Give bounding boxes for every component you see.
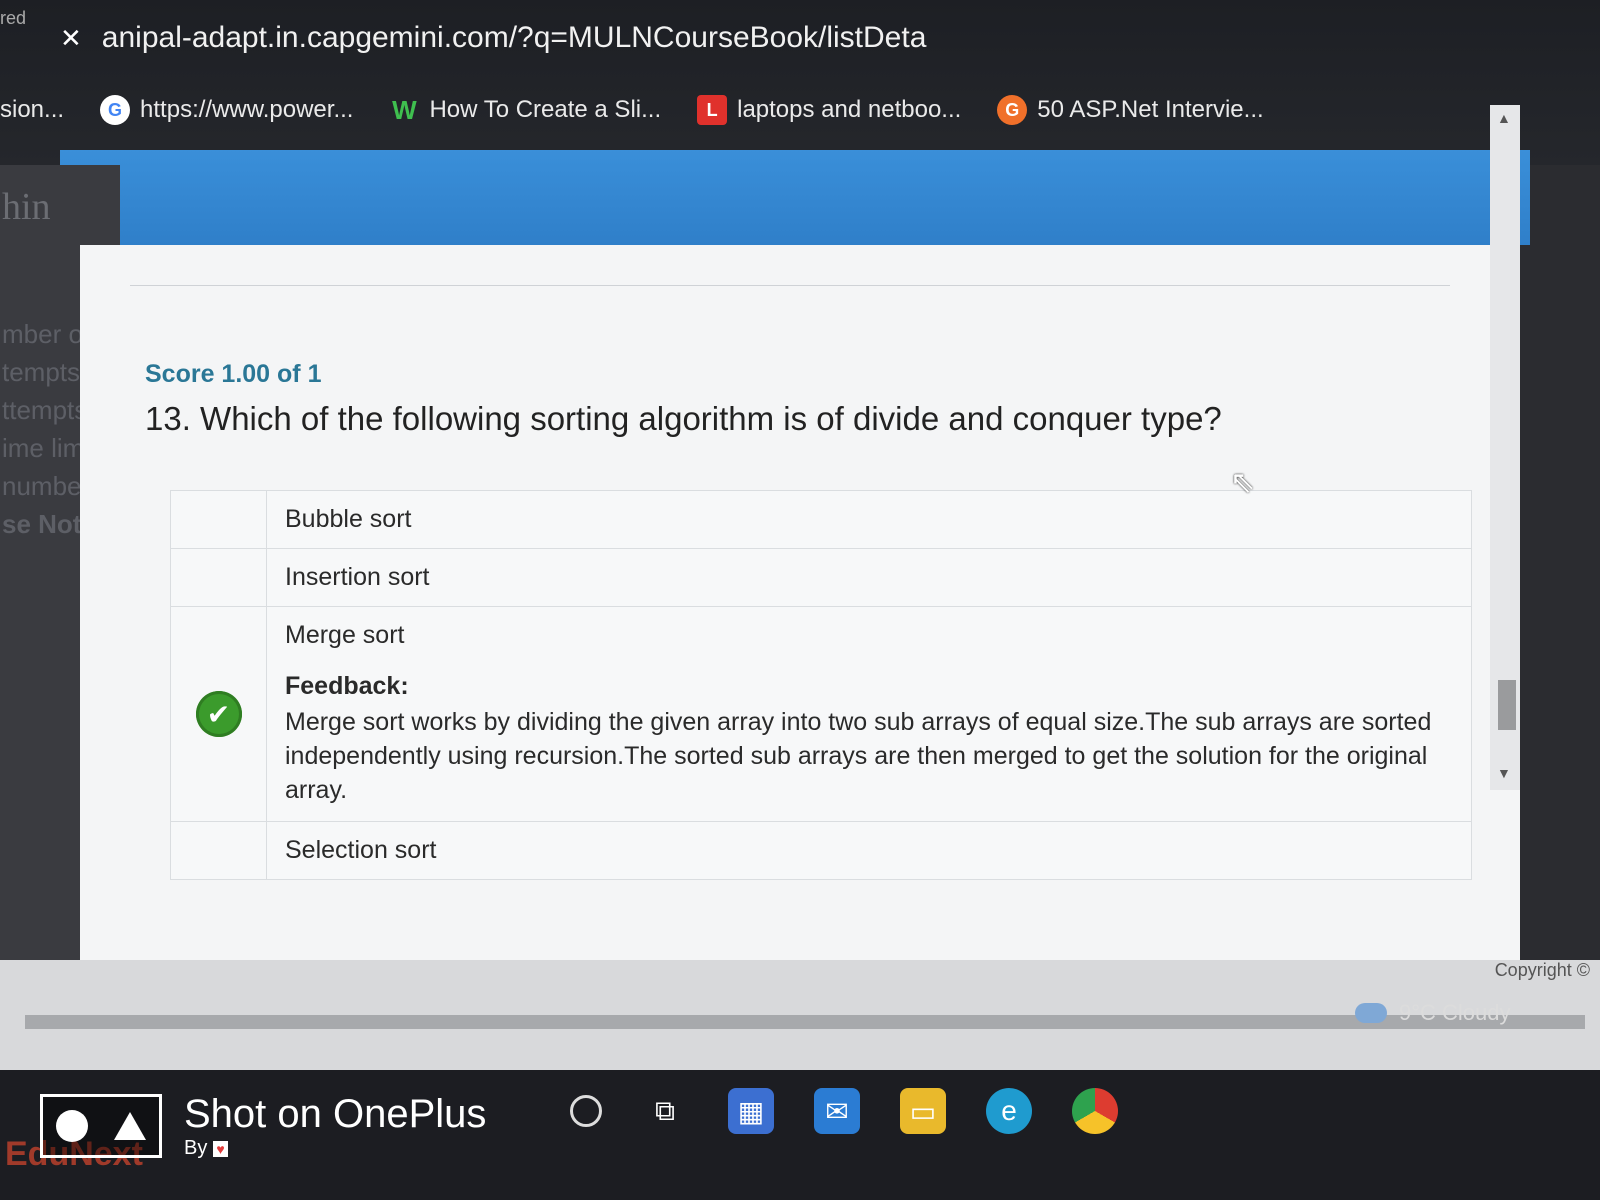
mouse-cursor-icon: ⇖	[1230, 466, 1256, 499]
option-body: Merge sort Feedback: Merge sort works by…	[267, 607, 1471, 821]
camera-watermark: Shot on OnePlus By ♥	[40, 1092, 486, 1160]
divider	[130, 285, 1450, 286]
horizontal-scrollbar[interactable]	[25, 1015, 1585, 1029]
option-label: Selection sort	[285, 836, 437, 864]
weather-text: 9°C Cloudy	[1399, 1000, 1511, 1025]
feedback-text: Merge sort works by dividing the given a…	[285, 708, 1432, 804]
option-row[interactable]: Bubble sort	[171, 491, 1471, 549]
bookmark-label: https://www.power...	[140, 96, 354, 123]
page-header-band	[60, 150, 1530, 245]
sidebar-title: hin	[2, 186, 51, 228]
watermark-sub: By ♥	[184, 1137, 486, 1160]
watermark-title: Shot on OnePlus	[184, 1092, 487, 1136]
option-row-correct[interactable]: ✔ Merge sort Feedback: Merge sort works …	[171, 607, 1471, 822]
search-icon[interactable]	[570, 1095, 602, 1127]
mail-icon[interactable]: ✉	[814, 1088, 860, 1134]
checkmark-icon: ✔	[195, 691, 242, 737]
scroll-down-icon[interactable]: ▼	[1497, 765, 1511, 781]
option-marker	[171, 549, 267, 606]
browser-chrome: red ✕ anipal-adapt.in.capgemini.com/?q=M…	[0, 0, 1600, 165]
tab-prefix: red	[0, 8, 27, 28]
score-label: Score 1.00 of 1	[145, 360, 322, 388]
feedback-title: Feedback:	[285, 672, 409, 700]
bookmark-label: How To Create a Sli...	[429, 96, 662, 123]
option-row[interactable]: Selection sort	[171, 822, 1471, 879]
file-explorer-icon[interactable]: ▭	[900, 1088, 946, 1134]
option-row[interactable]: Insertion sort	[171, 549, 1471, 607]
option-marker	[171, 491, 267, 548]
watermark-by: By	[184, 1137, 208, 1159]
option-label: Merge sort	[285, 621, 405, 649]
scrollbar-thumb[interactable]	[1498, 680, 1516, 730]
cloud-icon	[1355, 1003, 1387, 1023]
edge-icon[interactable]: e	[986, 1088, 1032, 1134]
bookmark-prefix[interactable]: sion...	[0, 96, 64, 124]
scroll-up-icon[interactable]: ▲	[1497, 110, 1511, 126]
weather-widget[interactable]: 9°C Cloudy	[1355, 1000, 1511, 1026]
options-table: Bubble sort Insertion sort ✔ Merge sort …	[170, 490, 1472, 880]
l-icon: L	[697, 95, 728, 125]
store-icon[interactable]: ▦	[728, 1088, 774, 1134]
option-label: Bubble sort	[285, 505, 412, 533]
address-bar-row: red ✕ anipal-adapt.in.capgemini.com/?q=M…	[0, 8, 1300, 68]
question-text: 13. Which of the following sorting algor…	[145, 400, 1222, 437]
bookmark-label: laptops and netboo...	[737, 96, 962, 123]
option-label: Insertion sort	[285, 563, 430, 591]
bookmark-slides[interactable]: W How To Create a Sli...	[389, 95, 661, 125]
bookmark-laptops[interactable]: L laptops and netboo...	[697, 95, 961, 125]
orange-circle-icon: G	[997, 95, 1028, 125]
bookmark-label: 50 ASP.Net Intervie...	[1037, 96, 1264, 123]
task-view-icon[interactable]: ⧉	[642, 1088, 688, 1134]
copyright-text: Copyright ©	[1494, 960, 1590, 980]
taskbar-icons: ⧉ ▦ ✉ ▭ e	[570, 1088, 1118, 1134]
option-marker: ✔	[171, 607, 267, 821]
option-marker	[171, 822, 267, 879]
quiz-panel: Score 1.00 of 1 13. Which of the followi…	[80, 245, 1520, 960]
bookmark-aspnet[interactable]: G 50 ASP.Net Intervie...	[997, 95, 1264, 125]
w-icon: W	[392, 94, 417, 125]
oneplus-logo-icon	[40, 1094, 162, 1158]
bookmark-power[interactable]: G https://www.power...	[100, 95, 353, 125]
close-tab-icon[interactable]: ✕	[60, 23, 82, 54]
google-icon: G	[100, 95, 131, 125]
address-bar[interactable]: anipal-adapt.in.capgemini.com/?q=MULNCou…	[102, 21, 927, 55]
chrome-icon[interactable]	[1072, 1088, 1118, 1134]
bookmarks-bar: sion... G https://www.power... W How To …	[0, 70, 1540, 150]
heart-icon: ♥	[213, 1140, 228, 1157]
